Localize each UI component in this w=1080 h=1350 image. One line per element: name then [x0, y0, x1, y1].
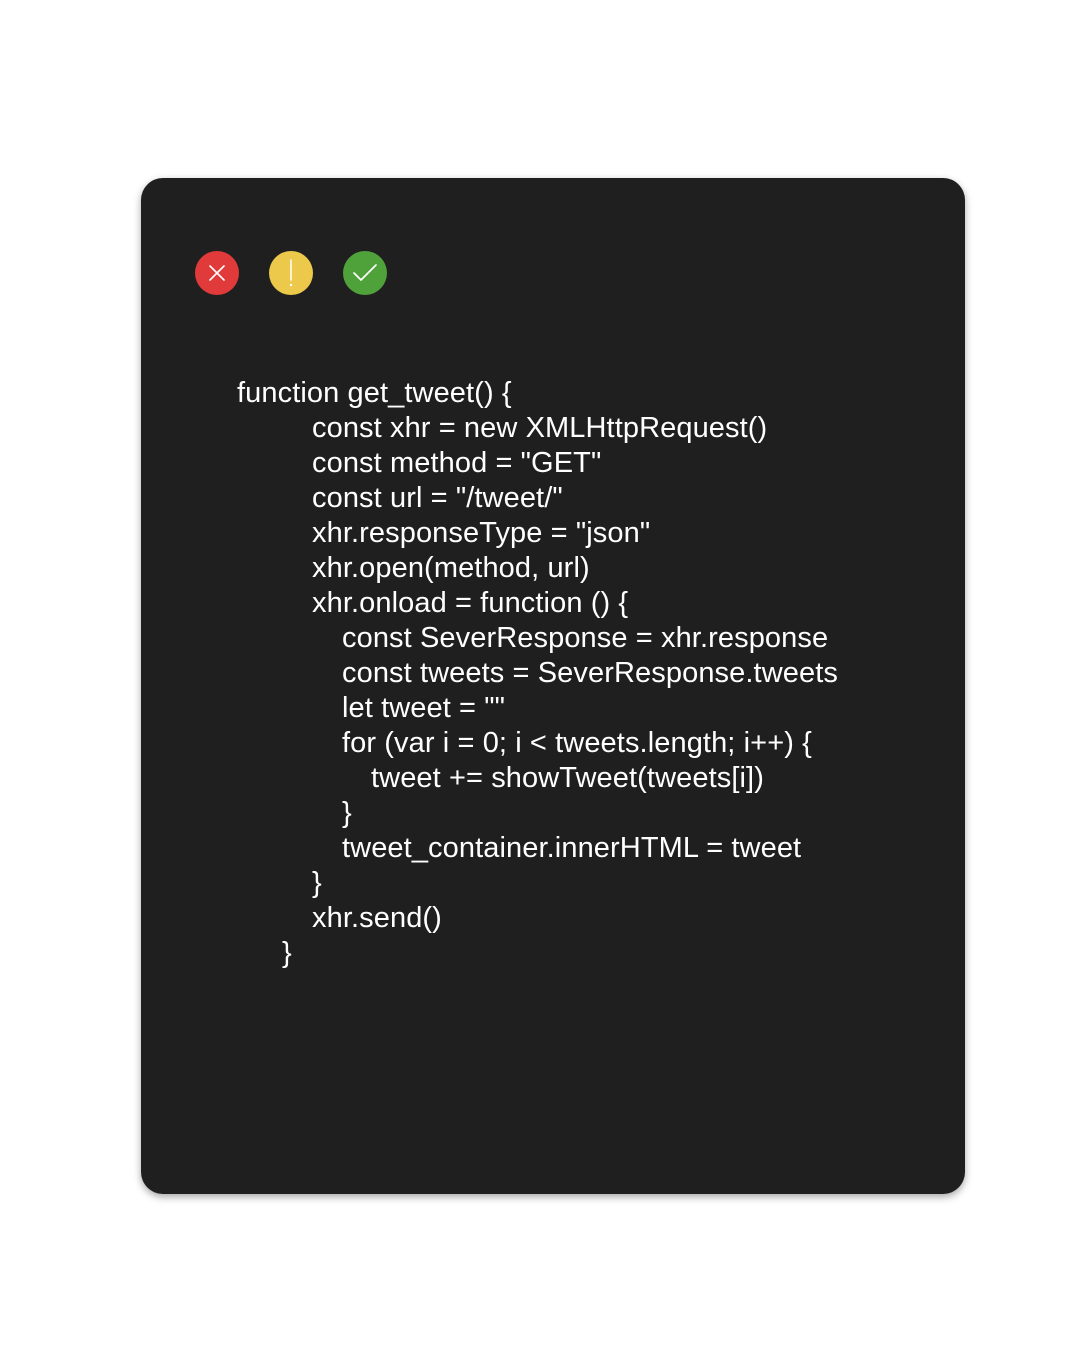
code-line: tweet += showTweet(tweets[i]): [371, 762, 764, 794]
code-line: function get_tweet() {: [237, 377, 512, 409]
code-line: const url = "/tweet/": [312, 482, 563, 514]
code-block: function get_tweet() {const xhr = new XM…: [237, 376, 838, 971]
code-line: const xhr = new XMLHttpRequest(): [312, 412, 768, 444]
code-line: xhr.responseType = "json": [312, 517, 651, 549]
code-line: const method = "GET": [312, 447, 602, 479]
code-line: xhr.send(): [312, 902, 442, 934]
exclamation-icon: [289, 259, 293, 287]
code-window: function get_tweet() {const xhr = new XM…: [141, 178, 965, 1194]
close-icon: [209, 265, 225, 281]
code-line: tweet_container.innerHTML = tweet: [342, 832, 802, 864]
window-controls: [195, 251, 387, 295]
warning-button[interactable]: [269, 251, 313, 295]
confirm-button[interactable]: [343, 251, 387, 295]
code-line: }: [342, 797, 352, 829]
code-line: xhr.open(method, url): [312, 552, 590, 584]
code-line: const SeverResponse = xhr.response: [342, 622, 829, 654]
close-button[interactable]: [195, 251, 239, 295]
code-line: let tweet = "": [342, 692, 506, 724]
code-line: const tweets = SeverResponse.tweets: [342, 657, 838, 689]
code-line: }: [312, 867, 322, 899]
checkmark-icon: [353, 264, 377, 281]
code-line: }: [282, 937, 292, 969]
code-line: xhr.onload = function () {: [312, 587, 629, 619]
code-line: for (var i = 0; i < tweets.length; i++) …: [342, 727, 812, 759]
